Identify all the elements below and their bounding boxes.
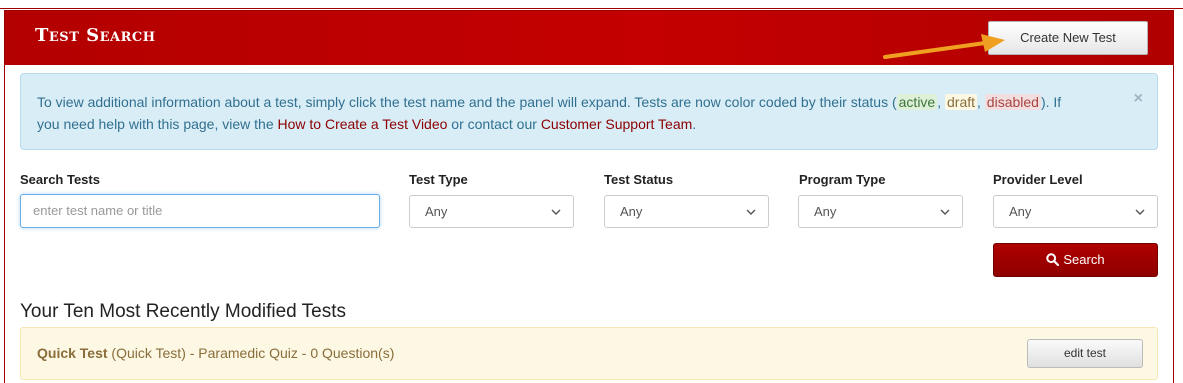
provider-level-select[interactable]: Any xyxy=(993,195,1158,228)
test-type-label: Test Type xyxy=(409,172,468,187)
close-icon[interactable]: × xyxy=(1134,88,1143,110)
program-type-value: Any xyxy=(814,204,837,219)
alert-text: To view additional information about a t… xyxy=(37,94,897,110)
alert-separator: , xyxy=(937,94,945,110)
top-strip xyxy=(0,0,1183,10)
program-type-label: Program Type xyxy=(799,172,886,187)
recent-tests-heading: Your Ten Most Recently Modified Tests xyxy=(20,301,346,322)
test-status-label: Test Status xyxy=(604,172,674,187)
test-status-value: Any xyxy=(620,204,643,219)
search-button-label: Search xyxy=(1063,252,1105,267)
page-title: Test Search xyxy=(35,25,156,46)
search-button[interactable]: Search xyxy=(993,243,1158,277)
provider-level-value: Any xyxy=(1009,204,1032,219)
test-type-value: Any xyxy=(425,204,448,219)
program-type-select[interactable]: Any xyxy=(798,195,963,228)
provider-level-label: Provider Level xyxy=(993,172,1083,187)
test-status-select[interactable]: Any xyxy=(604,195,769,228)
search-icon xyxy=(1046,252,1060,266)
search-tests-label: Search Tests xyxy=(20,172,100,187)
status-active-badge: active xyxy=(896,94,938,110)
search-input[interactable]: enter test name or title xyxy=(20,194,380,228)
chevron-down-icon xyxy=(1135,209,1145,215)
test-details: (Quick Test) - Paramedic Quiz - 0 Questi… xyxy=(107,345,395,361)
info-alert: To view additional information about a t… xyxy=(20,73,1158,150)
test-row[interactable]: Quick Test (Quick Test) - Paramedic Quiz… xyxy=(20,327,1158,380)
alert-separator: , xyxy=(977,94,985,110)
alert-text: . xyxy=(692,116,697,132)
chevron-down-icon xyxy=(551,209,561,215)
test-type-select[interactable]: Any xyxy=(409,195,574,228)
annotation-arrow-icon xyxy=(883,34,1005,59)
create-new-test-button[interactable]: Create New Test xyxy=(988,21,1148,55)
status-draft-badge: draft xyxy=(945,94,978,110)
test-video-link[interactable]: How to Create a Test Video xyxy=(278,116,448,132)
edit-test-button[interactable]: edit test xyxy=(1027,339,1143,368)
test-name[interactable]: Quick Test xyxy=(37,345,108,361)
test-row-text[interactable]: Quick Test (Quick Test) - Paramedic Quiz… xyxy=(37,345,394,361)
status-disabled-badge: disabled xyxy=(984,94,1041,110)
customer-support-link[interactable]: Customer Support Team xyxy=(541,116,692,132)
chevron-down-icon xyxy=(746,209,756,215)
alert-text: or contact our xyxy=(447,116,541,132)
chevron-down-icon xyxy=(940,209,950,215)
test-search-panel: Test Search Create New Test To view addi… xyxy=(4,10,1174,383)
